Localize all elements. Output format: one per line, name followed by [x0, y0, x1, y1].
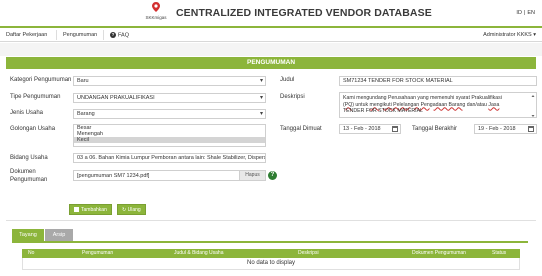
logo-mark-icon	[152, 2, 160, 12]
question-circle-icon: ?	[110, 32, 116, 38]
deskripsi-line: TENDER FOR STOCK MATERIAL	[343, 108, 423, 114]
nav-faq-label: FAQ	[118, 32, 130, 39]
deskripsi-fragment: Jasa	[488, 101, 500, 108]
judul-label: Judul	[280, 77, 295, 83]
tambahkan-button[interactable]: Tambahkan	[69, 204, 112, 215]
nav-item-daftar-pekerjaan[interactable]: Daftar Pekerjaan	[6, 32, 47, 38]
chevron-down-icon: ▾	[533, 32, 536, 38]
admin-user-menu[interactable]: Administrator KKKS ▾	[483, 32, 536, 38]
nav-item-faq[interactable]: ? FAQ	[110, 32, 129, 38]
golongan-label: Golongan Usaha	[10, 126, 56, 132]
table-header: No Pengumuman Judul & Bidang Usaha Deskr…	[22, 249, 520, 258]
skkmigas-logo: SKKmigas	[142, 2, 170, 24]
nav-item-pengumuman[interactable]: Pengumuman	[63, 32, 97, 38]
ulang-button[interactable]: ↻ Ulang	[117, 204, 146, 215]
dokumen-filename: [pengumuman SM7 1234.pdf]	[77, 173, 150, 179]
bidang-label: Bidang Usaha	[10, 155, 48, 161]
deskripsi-fragment: untuk	[353, 101, 370, 108]
tgl-berakhir-value: 19 - Feb - 2018	[478, 126, 516, 132]
ulang-label: Ulang	[127, 207, 141, 213]
table-empty-message: No data to display	[246, 260, 296, 266]
language-switch: ID | EN	[515, 10, 536, 16]
calendar-icon[interactable]	[528, 126, 534, 132]
bidang-input[interactable]: 03 a 06. Bahan Kimia Lumpur Pemboran ant…	[73, 153, 266, 163]
dokumen-label-line2: Pengumuman	[10, 177, 48, 183]
tipe-label: Tipe Pengumuman	[10, 94, 61, 100]
lang-en-link[interactable]: EN	[527, 10, 535, 16]
app-title: CENTRALIZED INTEGRATED VENDOR DATABASE	[176, 7, 432, 19]
deskripsi-fragment: dan/atau	[465, 101, 489, 108]
lang-id-link[interactable]: ID	[516, 10, 522, 16]
column-header[interactable]: Deskripsi	[298, 249, 319, 258]
tambahkan-label: Tambahkan	[81, 207, 107, 213]
column-header[interactable]: Judul & Bidang Usaha	[174, 249, 223, 258]
admin-user-label: Administrator KKKS	[483, 32, 532, 38]
column-header[interactable]: Pengumuman	[82, 249, 113, 258]
textarea-scrollbar[interactable]	[531, 94, 535, 118]
dokumen-file-field[interactable]: [pengumuman SM7 1234.pdf] Hapus	[73, 170, 266, 181]
panel-title: PENGUMUMAN	[6, 57, 536, 69]
nav-separator	[56, 30, 57, 40]
top-bar: SKKmigas CENTRALIZED INTEGRATED VENDOR D…	[0, 0, 542, 26]
tab-arsip[interactable]: Arsip	[45, 229, 73, 241]
hapus-button[interactable]: Hapus	[239, 171, 265, 180]
calendar-icon[interactable]	[392, 126, 398, 132]
jenis-select[interactable]: Barang	[73, 109, 266, 119]
save-icon	[74, 207, 79, 212]
kategori-label: Kategori Pengumuman	[10, 77, 72, 83]
deskripsi-fragment: mengikuti Pelelangan Pengadaan Barang	[369, 101, 466, 108]
dokumen-label-line1: Dokumen	[10, 169, 36, 175]
column-header[interactable]: Status	[492, 249, 506, 258]
lang-separator: |	[523, 10, 526, 16]
content-spacer	[0, 43, 542, 56]
golongan-option-selected[interactable]: Kecil	[74, 137, 265, 143]
jenis-label: Jenis Usaha	[10, 110, 44, 116]
nav-separator	[103, 30, 104, 40]
tgl-berakhir-input[interactable]: 19 - Feb - 2018	[474, 124, 537, 134]
logo-text: SKKmigas	[145, 15, 167, 20]
section-divider	[6, 220, 536, 221]
tgl-dimuat-input[interactable]: 13 - Feb - 2018	[339, 124, 401, 134]
tipe-select[interactable]: UNDANGAN PRAKUALIFIKASI	[73, 93, 266, 103]
main-nav: Daftar Pekerjaan Pengumuman ? FAQ Adminis…	[0, 28, 542, 42]
tab-underline	[12, 241, 528, 243]
kategori-select[interactable]: Baru	[73, 76, 266, 86]
tgl-dimuat-label: Tanggal Dimuat	[280, 126, 322, 132]
tgl-berakhir-label: Tanggal Berakhir	[412, 126, 458, 132]
column-header[interactable]: No	[28, 249, 34, 258]
judul-input[interactable]: SM71234 TENDER FOR STOCK MATERIAL	[339, 76, 537, 86]
tgl-dimuat-value: 13 - Feb - 2018	[343, 126, 381, 132]
deskripsi-textarea[interactable]: Kami mengundang Perusahaan yang memenuhi…	[339, 92, 537, 118]
golongan-listbox[interactable]: Besar Menengah Kecil	[73, 124, 266, 147]
deskripsi-label: Deskripsi	[280, 94, 305, 100]
help-icon[interactable]: ?	[268, 171, 277, 180]
tab-tayang[interactable]: Tayang	[12, 229, 44, 241]
deskripsi-fragment: (PQ)	[343, 101, 354, 108]
column-header[interactable]: Dokumen Pengumuman	[412, 249, 466, 258]
refresh-icon: ↻	[122, 207, 127, 213]
